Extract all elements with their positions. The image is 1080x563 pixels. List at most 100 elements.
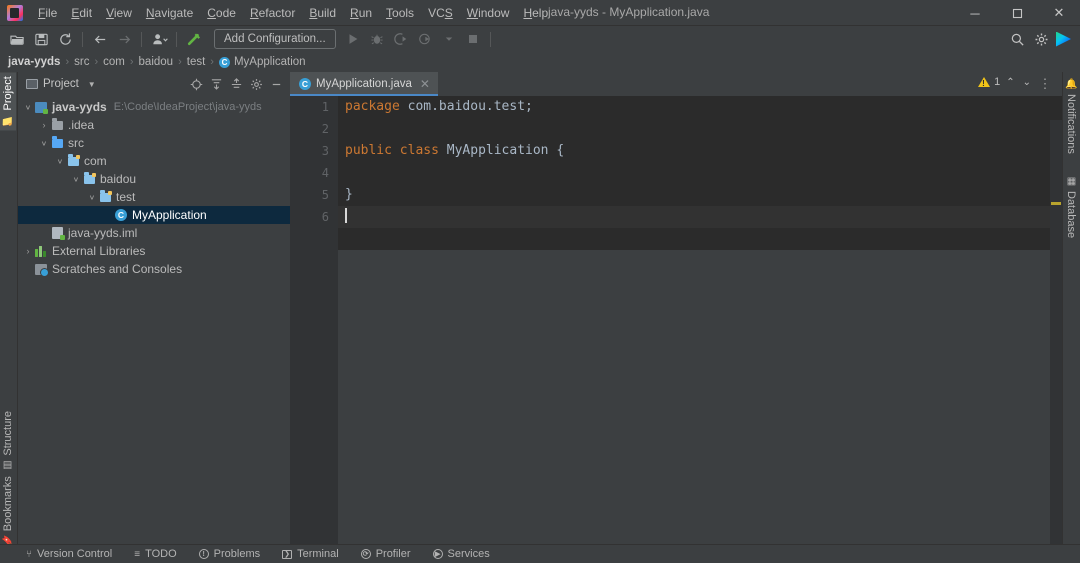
sidebar-item-bookmarks[interactable]: 🔖 Bookmarks	[0, 472, 16, 551]
window-title: java-yyds - MyApplication.java	[548, 5, 710, 19]
menu-item-run[interactable]: Run	[343, 3, 379, 23]
tree-node-external-libraries[interactable]: › External Libraries	[18, 242, 290, 260]
code-line[interactable]: package com.baidou.test;	[338, 96, 1062, 118]
editor-tab-myapplication[interactable]: C MyApplication.java ✕	[290, 72, 438, 96]
build-hammer-icon[interactable]	[183, 28, 205, 50]
stop-square-icon[interactable]	[462, 28, 484, 50]
tree-node-scratches-and-consoles[interactable]: Scratches and Consoles	[18, 260, 290, 278]
breadcrumb-item-com[interactable]: com	[103, 56, 125, 68]
menu-item-refactor[interactable]: Refactor	[243, 3, 302, 23]
menu-item-window[interactable]: Window	[460, 3, 517, 23]
profiler-icon[interactable]	[414, 28, 436, 50]
breadcrumb-item-src[interactable]: src	[74, 56, 89, 68]
menu-item-code[interactable]: Code	[200, 3, 243, 23]
code-token: MyApplication {	[438, 143, 565, 158]
sidebar-item-notifications[interactable]: 🔔 Notifications	[1063, 74, 1079, 158]
menu-item-view[interactable]: View	[99, 3, 139, 23]
error-stripe-markbar[interactable]	[1050, 120, 1062, 563]
sidebar-item-database[interactable]: ▦ Database	[1063, 172, 1079, 242]
tree-node-java-yyds-iml[interactable]: java-yyds.iml	[18, 224, 290, 242]
chevron-down-icon[interactable]	[438, 28, 460, 50]
collapse-all-icon[interactable]	[227, 75, 246, 94]
settings-gear-icon[interactable]	[247, 75, 266, 94]
project-window-icon	[26, 79, 38, 89]
breadcrumb-item-java-yyds[interactable]: java-yyds	[8, 56, 60, 68]
tree-node--idea[interactable]: › .idea	[18, 116, 290, 134]
menu-item-edit[interactable]: Edit	[64, 3, 99, 23]
status-item-version-control[interactable]: ⑂ Version Control	[26, 548, 112, 560]
tree-node-label: test	[116, 190, 136, 204]
sync-refresh-icon[interactable]	[54, 28, 76, 50]
code-editor[interactable]: 1 2 3 4 5 6 package com.baidou.test; public cl…	[290, 96, 1062, 563]
tree-node-myapplication[interactable]: C MyApplication	[18, 206, 290, 224]
code-line[interactable]	[338, 206, 1062, 228]
chevron-down-icon[interactable]: ▼	[88, 80, 96, 89]
breadcrumb-item-test[interactable]: test	[187, 56, 206, 68]
code-line[interactable]: }	[338, 184, 1062, 206]
close-tab-icon[interactable]: ✕	[420, 77, 430, 91]
open-folder-icon[interactable]	[6, 28, 28, 50]
run-with-coverage-icon[interactable]	[390, 28, 412, 50]
minimize-icon[interactable]: ─	[954, 0, 996, 26]
locate-target-icon[interactable]	[187, 75, 206, 94]
expand-arrow-icon[interactable]: ›	[22, 246, 34, 256]
project-panel-title-group[interactable]: Project ▼	[26, 78, 96, 90]
expand-arrow-icon[interactable]: ∨	[54, 157, 66, 166]
tree-node-com[interactable]: ∨ com	[18, 152, 290, 170]
forward-arrow-icon[interactable]	[113, 28, 135, 50]
breadcrumb: java-yyds › src › com › baidou › test › C MyApplica…	[0, 52, 1080, 72]
search-icon[interactable]	[1006, 28, 1028, 50]
expand-arrow-icon[interactable]: ›	[38, 120, 50, 130]
user-profile-icon[interactable]	[148, 28, 170, 50]
status-item-label: Services	[447, 548, 490, 560]
run-configuration-selector[interactable]: Add Configuration...	[214, 29, 336, 49]
status-item-profiler[interactable]: ⟳ Profiler	[360, 548, 411, 560]
sidebar-item-project[interactable]: 📁 Project	[0, 72, 16, 131]
editor-options-icon[interactable]: ⋮	[1036, 72, 1054, 96]
back-arrow-icon[interactable]	[89, 28, 111, 50]
breadcrumb-item-baidou[interactable]: baidou	[139, 56, 174, 68]
expand-all-icon[interactable]	[207, 75, 226, 94]
tree-node-label: MyApplication	[132, 208, 207, 222]
toolbar-separator-2	[141, 31, 142, 47]
menu-item-navigate[interactable]: Navigate	[139, 3, 200, 23]
previous-problem-icon[interactable]: ⌃	[1004, 77, 1016, 88]
code-line[interactable]	[338, 118, 1062, 140]
expand-arrow-icon[interactable]: ∨	[38, 139, 50, 148]
debug-bug-icon[interactable]	[366, 28, 388, 50]
code-line[interactable]	[338, 162, 1062, 184]
breadcrumb-item-myapplication[interactable]: C MyApplication	[218, 56, 306, 68]
close-icon[interactable]: ✕	[1038, 0, 1080, 26]
status-item-problems[interactable]: ! Problems	[198, 548, 260, 560]
gear-icon[interactable]	[1030, 28, 1052, 50]
next-problem-icon[interactable]: ⌄	[1021, 77, 1033, 88]
menu-item-tools[interactable]: Tools	[379, 3, 421, 23]
tree-node-baidou[interactable]: ∨ baidou	[18, 170, 290, 188]
menu-item-vcs[interactable]: VCS	[421, 3, 460, 23]
tree-node-java-yyds[interactable]: ∨ java-yyds E:\Code\IdeaProject\java-yyds	[18, 98, 290, 116]
project-folder-icon: 📁	[2, 114, 13, 127]
status-item-services[interactable]: ▶ Services	[432, 548, 490, 560]
intellij-play-icon[interactable]	[1056, 31, 1071, 47]
maximize-icon[interactable]	[996, 0, 1038, 26]
tree-node-test[interactable]: ∨ test	[18, 188, 290, 206]
expand-arrow-icon[interactable]: ∨	[22, 103, 34, 112]
expand-arrow-icon[interactable]: ∨	[70, 175, 82, 184]
line-number: 3	[321, 144, 329, 158]
source-code[interactable]: package com.baidou.test; public class MyA…	[338, 96, 1062, 544]
menu-item-build[interactable]: Build	[302, 3, 343, 23]
status-item-terminal[interactable]: ❯ Terminal	[282, 548, 339, 560]
menu-item-file[interactable]: File	[31, 3, 64, 23]
breadcrumb-item-label: test	[186, 56, 206, 68]
status-item-todo[interactable]: ≡ TODO	[134, 548, 176, 560]
warning-marker[interactable]	[1051, 202, 1061, 205]
folder-grey-icon	[50, 118, 64, 130]
module-project-icon	[34, 101, 48, 114]
code-line[interactable]: public class MyApplication {	[338, 140, 1062, 162]
expand-arrow-icon[interactable]: ∨	[86, 193, 98, 202]
save-disk-icon[interactable]	[30, 28, 52, 50]
hide-panel-icon[interactable]	[267, 75, 286, 94]
run-play-icon[interactable]	[342, 28, 364, 50]
tree-node-src[interactable]: ∨ src	[18, 134, 290, 152]
sidebar-item-structure[interactable]: ▤ Structure	[0, 407, 16, 475]
